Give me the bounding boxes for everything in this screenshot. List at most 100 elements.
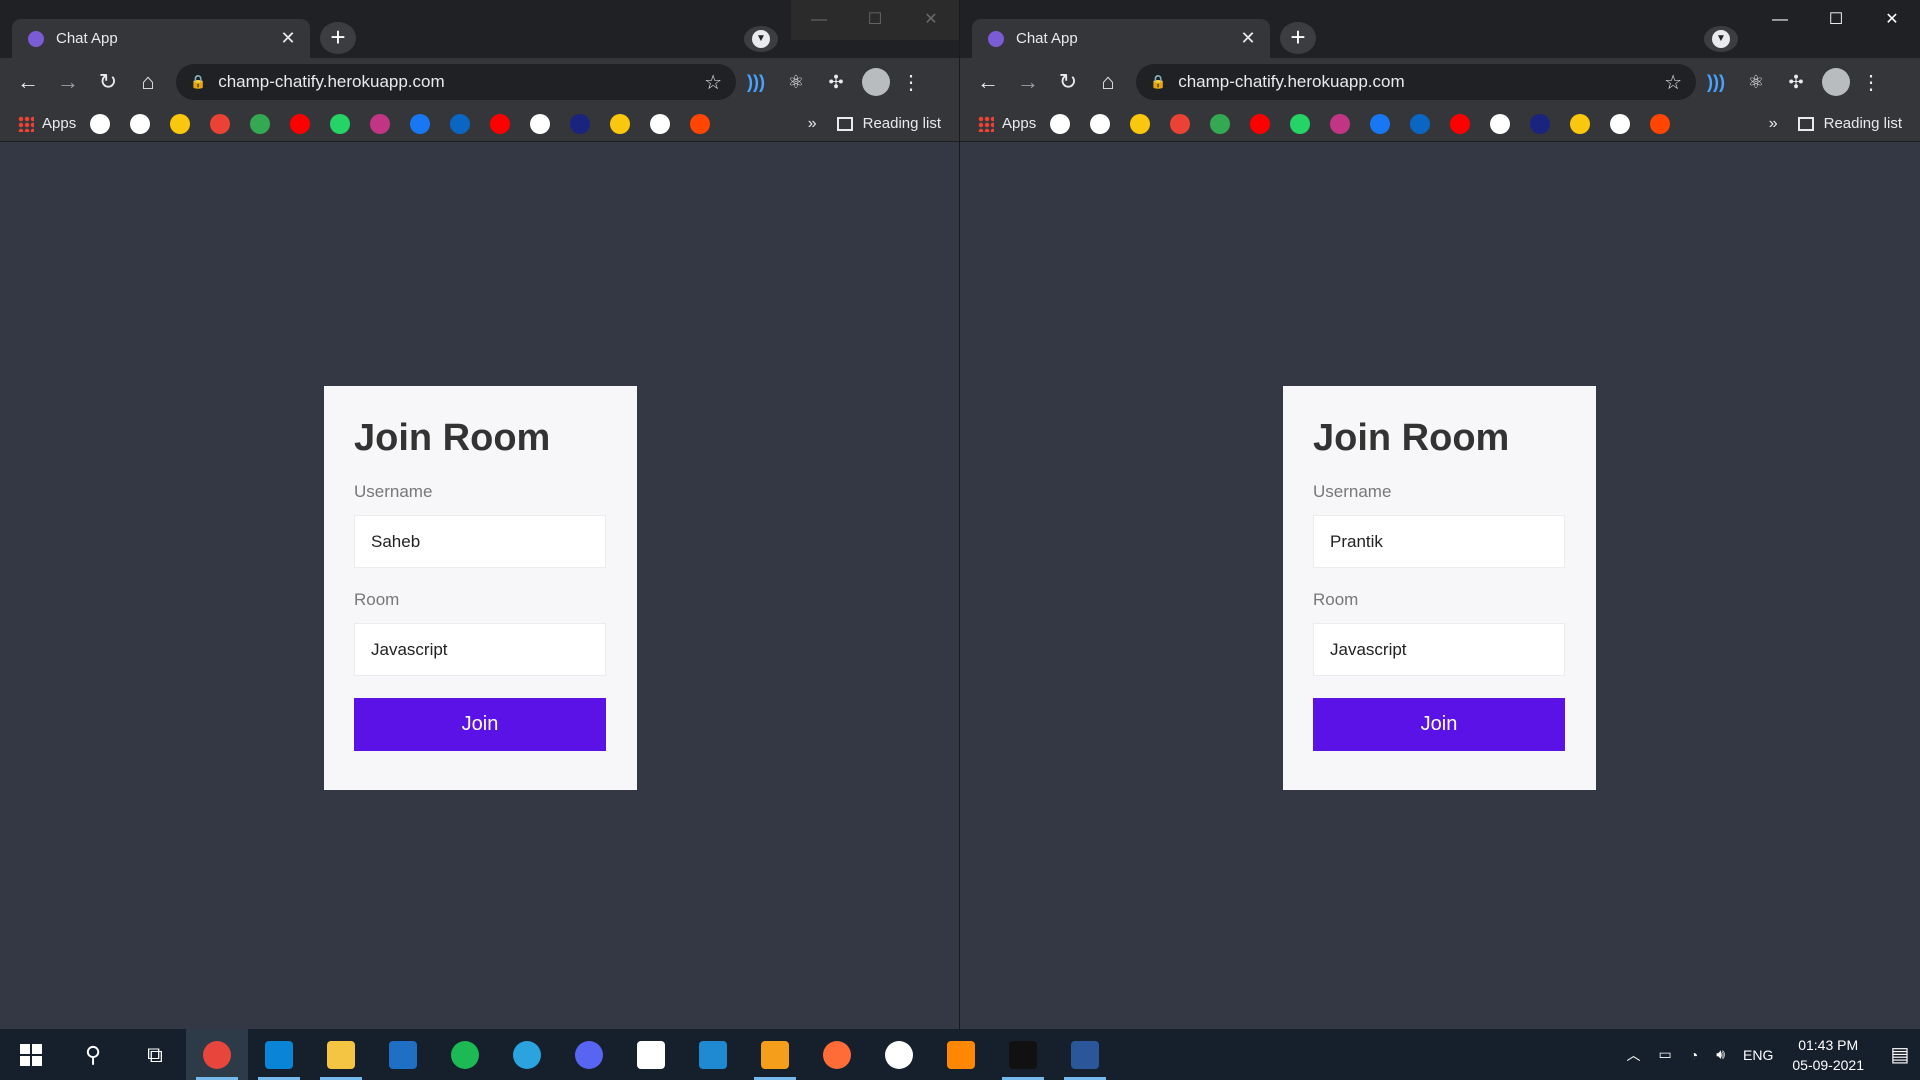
language-indicator[interactable]: ENG	[1743, 1047, 1773, 1063]
notification-center-button[interactable]: ▤	[1880, 1042, 1920, 1067]
home-button[interactable]: ⌂	[1088, 69, 1128, 95]
google-icon[interactable]	[1050, 113, 1071, 134]
forward-button[interactable]: →	[1008, 69, 1048, 95]
taskbar-notion-button[interactable]	[620, 1029, 682, 1080]
taskbar-word-button[interactable]	[1054, 1029, 1116, 1080]
taskbar-file-explorer-button[interactable]	[310, 1029, 372, 1080]
search-button[interactable]: ⚲	[62, 1029, 124, 1080]
taskbar-sublime-text-button[interactable]	[744, 1029, 806, 1080]
react-devtools-icon[interactable]: ⚛	[776, 72, 816, 93]
reload-button[interactable]: ↻	[1048, 69, 1088, 95]
taskbar-edge-button[interactable]	[248, 1029, 310, 1080]
minimize-button[interactable]: —	[791, 0, 847, 40]
forward-button[interactable]: →	[48, 69, 88, 95]
minimize-button[interactable]: —	[1752, 0, 1808, 40]
maximize-button[interactable]: ☐	[847, 0, 903, 40]
amazon-icon[interactable]	[1090, 113, 1111, 134]
bookmark-apps[interactable]: Apps	[978, 115, 1036, 132]
reddit-icon[interactable]	[690, 113, 711, 134]
checkmark-icon[interactable]	[1570, 113, 1591, 134]
instagram-icon[interactable]	[1330, 113, 1351, 134]
extension-wave-icon[interactable]: )))	[736, 72, 776, 93]
facebook-icon[interactable]	[1370, 113, 1391, 134]
medium-icon[interactable]	[650, 113, 671, 134]
close-window-button[interactable]: ✕	[903, 0, 959, 40]
taskbar-discord-button[interactable]	[558, 1029, 620, 1080]
join-button[interactable]: Join	[354, 698, 606, 751]
drive-icon[interactable]	[250, 113, 271, 134]
gmail-icon[interactable]	[1170, 113, 1191, 134]
title-bar[interactable]: Chat App ✕ + ▼ — ☐ ✕	[960, 0, 1920, 58]
youtube-icon[interactable]	[1250, 113, 1271, 134]
youtube-music-icon[interactable]	[1450, 113, 1471, 134]
home-button[interactable]: ⌂	[128, 69, 168, 95]
room-input[interactable]: Javascript	[1313, 623, 1565, 676]
back-button[interactable]: ←	[968, 69, 1008, 95]
gmail-icon[interactable]	[210, 113, 231, 134]
tab-close-icon[interactable]: ✕	[1238, 28, 1258, 49]
url-text[interactable]: champ-chatify.herokuapp.com	[218, 72, 704, 92]
bookmark-apps[interactable]: Apps	[18, 115, 76, 132]
close-window-button[interactable]: ✕	[1864, 0, 1920, 40]
coursera-icon[interactable]	[1490, 113, 1511, 134]
kebab-menu-icon[interactable]: ⋮	[896, 70, 926, 95]
bookmark-star-icon[interactable]: ☆	[704, 70, 722, 95]
kebab-menu-icon[interactable]: ⋮	[1856, 70, 1886, 95]
reading-list-button[interactable]: Reading list	[1797, 115, 1902, 132]
extensions-puzzle-icon[interactable]: ✣	[816, 72, 856, 93]
task-view-button[interactable]: ⧉	[124, 1029, 186, 1080]
taskbar-vscode-button[interactable]	[682, 1029, 744, 1080]
keep-icon[interactable]	[1130, 113, 1151, 134]
google-icon[interactable]	[90, 113, 111, 134]
amazon-icon[interactable]	[130, 113, 151, 134]
linkedin-icon[interactable]	[450, 113, 471, 134]
react-devtools-icon[interactable]: ⚛	[1736, 72, 1776, 93]
tab-close-icon[interactable]: ✕	[278, 28, 298, 49]
checkmark-icon[interactable]	[610, 113, 631, 134]
tab-search-button[interactable]: ▼	[744, 26, 778, 52]
tray-overflow-icon[interactable]: ︿	[1627, 1045, 1641, 1065]
whatsapp-icon[interactable]	[1290, 113, 1311, 134]
reddit-icon[interactable]	[1650, 113, 1671, 134]
taskbar-terminal-button[interactable]	[992, 1029, 1054, 1080]
keep-icon[interactable]	[170, 113, 191, 134]
lock-icon[interactable]: 🔒	[1150, 74, 1166, 90]
drive-icon[interactable]	[1210, 113, 1231, 134]
linkedin-icon[interactable]	[1410, 113, 1431, 134]
address-bar[interactable]: 🔒 champ-chatify.herokuapp.com ☆	[1136, 64, 1696, 100]
bookmarks-overflow-icon[interactable]: »	[808, 115, 817, 133]
clock[interactable]: 01:43 PM 05-09-2021	[1792, 1035, 1864, 1075]
bookmarks-overflow-icon[interactable]: »	[1769, 115, 1778, 133]
lock-icon[interactable]: 🔒	[190, 74, 206, 90]
instagram-icon[interactable]	[370, 113, 391, 134]
coursera-icon[interactable]	[530, 113, 551, 134]
username-input[interactable]: Prantik	[1313, 515, 1565, 568]
taskbar-telegram-button[interactable]	[496, 1029, 558, 1080]
extension-wave-icon[interactable]: )))	[1696, 72, 1736, 93]
taskbar-chrome-button[interactable]	[186, 1029, 248, 1080]
new-tab-button[interactable]: +	[320, 22, 356, 54]
join-button[interactable]: Join	[1313, 698, 1565, 751]
volume-icon[interactable]: 🔊︎	[1716, 1046, 1725, 1063]
facebook-icon[interactable]	[410, 113, 431, 134]
taskbar-mongodb-compass-button[interactable]	[868, 1029, 930, 1080]
whatsapp-icon[interactable]	[330, 113, 351, 134]
back-button[interactable]: ←	[8, 69, 48, 95]
behance-icon[interactable]	[1530, 113, 1551, 134]
profile-avatar[interactable]	[1822, 68, 1850, 96]
browser-tab[interactable]: Chat App ✕	[12, 19, 310, 58]
taskbar-postman-button[interactable]	[806, 1029, 868, 1080]
username-input[interactable]: Saheb	[354, 515, 606, 568]
youtube-icon[interactable]	[290, 113, 311, 134]
medium-icon[interactable]	[1610, 113, 1631, 134]
maximize-button[interactable]: ☐	[1808, 0, 1864, 40]
room-input[interactable]: Javascript	[354, 623, 606, 676]
browser-tab[interactable]: Chat App ✕	[972, 19, 1270, 58]
profile-avatar[interactable]	[862, 68, 890, 96]
taskbar-vlc-button[interactable]	[930, 1029, 992, 1080]
url-text[interactable]: champ-chatify.herokuapp.com	[1178, 72, 1664, 92]
address-bar[interactable]: 🔒 champ-chatify.herokuapp.com ☆	[176, 64, 736, 100]
battery-icon[interactable]: ▭	[1659, 1046, 1672, 1063]
youtube-music-icon[interactable]	[490, 113, 511, 134]
wifi-icon[interactable]: ◔	[1690, 1047, 1698, 1063]
